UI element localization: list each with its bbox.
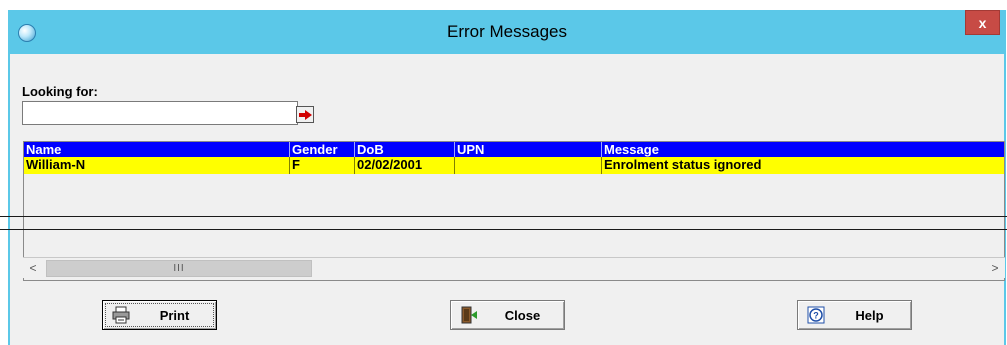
search-input[interactable] — [22, 101, 298, 125]
table-row[interactable]: William-N F 02/02/2001 Enrolment status … — [24, 157, 1004, 174]
help-button-label: Help — [855, 308, 884, 323]
looking-for-label: Looking for: — [22, 84, 98, 99]
window-close-button[interactable]: x — [965, 10, 1000, 35]
column-header-upn[interactable]: UPN — [455, 142, 602, 157]
table-header: Name Gender DoB UPN Message — [24, 142, 1004, 157]
cell-message: Enrolment status ignored — [602, 157, 1004, 174]
scroll-left-arrow[interactable]: < — [24, 260, 42, 277]
print-button-label: Print — [159, 308, 190, 323]
cell-gender: F — [290, 157, 355, 174]
column-header-gender[interactable]: Gender — [290, 142, 355, 157]
cell-dob: 02/02/2001 — [355, 157, 455, 174]
title-bar: Error Messages x — [10, 10, 1004, 54]
window-title: Error Messages — [447, 22, 567, 41]
search-go-button[interactable] — [296, 106, 314, 123]
column-header-dob[interactable]: DoB — [355, 142, 455, 157]
horizontal-scrollbar[interactable]: < III > — [23, 257, 1005, 278]
overlay-line-bottom — [0, 229, 1007, 230]
arrow-right-icon — [299, 110, 312, 120]
close-button-label: Close — [504, 308, 541, 323]
help-button[interactable]: ? Help — [797, 300, 912, 330]
close-button[interactable]: Close — [450, 300, 565, 330]
overlay-line-top — [0, 216, 1007, 217]
scroll-thumb[interactable]: III — [46, 260, 312, 277]
error-messages-window: Error Messages x Looking for: Name Gende… — [8, 10, 1006, 345]
column-header-message[interactable]: Message — [602, 142, 1004, 157]
scroll-right-arrow[interactable]: > — [986, 260, 1004, 277]
column-header-name[interactable]: Name — [24, 142, 290, 157]
print-button[interactable]: Print — [102, 300, 217, 330]
cell-name: William-N — [24, 157, 290, 174]
scroll-thumb-grip: III — [173, 263, 185, 274]
cell-upn — [455, 157, 602, 174]
